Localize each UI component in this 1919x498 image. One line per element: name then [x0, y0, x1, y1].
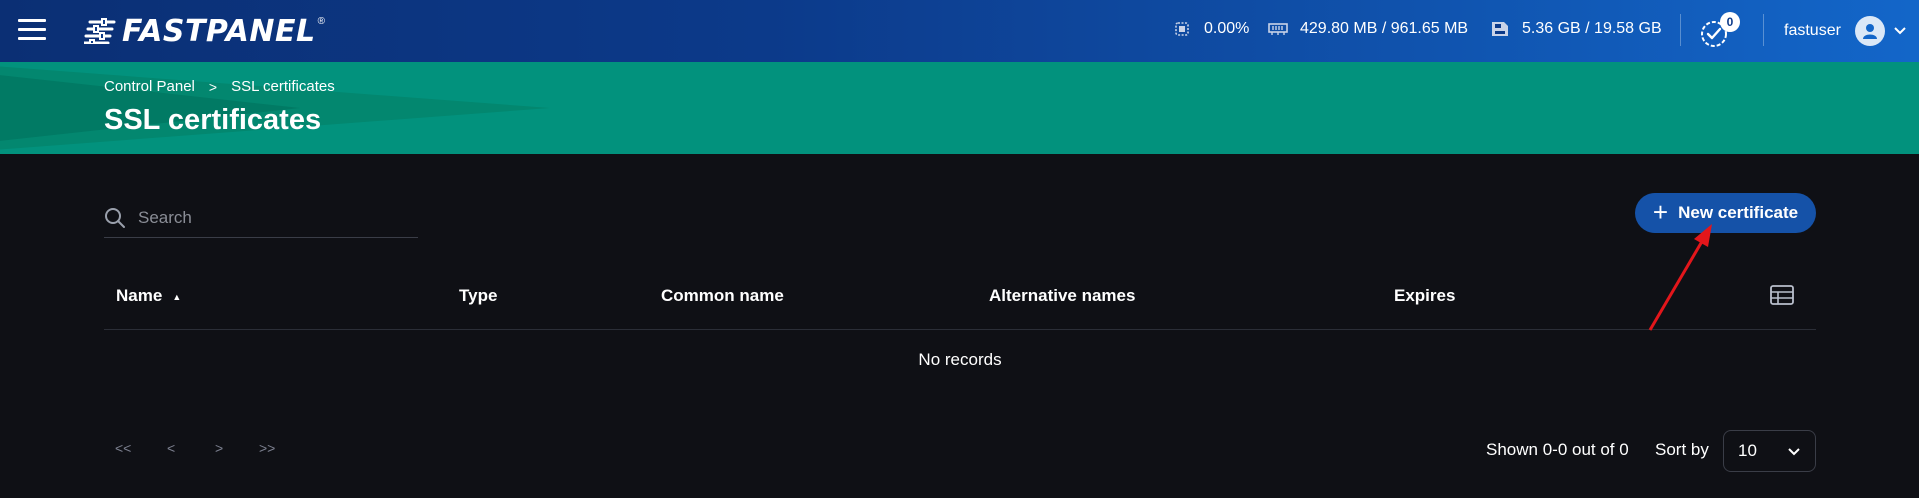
search-field: [104, 198, 418, 238]
tasks-count-badge: 0: [1720, 12, 1740, 32]
column-header-name[interactable]: Name ▲: [116, 276, 181, 316]
user-avatar-icon: [1854, 16, 1885, 46]
page-header: Control Panel > SSL certificates SSL cer…: [0, 62, 1919, 154]
table-columns-settings-icon[interactable]: [1770, 284, 1794, 306]
breadcrumb-current: SSL certificates: [231, 78, 335, 95]
column-header-label: Alternative names: [989, 286, 1136, 305]
memory-icon: [1268, 23, 1288, 35]
column-header-expires: Expires: [1394, 276, 1455, 316]
chevron-down-icon: [1894, 27, 1906, 35]
new-certificate-label: New certificate: [1678, 203, 1799, 222]
column-header-type: Type: [459, 276, 497, 316]
breadcrumb-separator: >: [208, 78, 218, 95]
page-size-value: 10: [1738, 441, 1757, 460]
new-certificate-button[interactable]: + New certificate: [1635, 193, 1816, 233]
search-input[interactable]: [138, 207, 398, 228]
breadcrumb: Control Panel > SSL certificates: [104, 78, 335, 95]
disk-usage: 5.36 GB / 19.58 GB: [1490, 18, 1662, 40]
cpu-usage: 0.00%: [1172, 18, 1249, 40]
disk-usage-value: 5.36 GB / 19.58 GB: [1522, 20, 1662, 37]
logo-sliders-icon: [84, 18, 116, 44]
user-menu[interactable]: fastuser: [1784, 13, 1907, 49]
cpu-usage-value: 0.00%: [1204, 20, 1250, 37]
pagination-next[interactable]: >: [215, 440, 223, 456]
sort-ascending-icon[interactable]: ▲: [172, 292, 181, 302]
menu-icon[interactable]: [18, 16, 46, 44]
pagination-prev[interactable]: <: [167, 440, 175, 456]
plus-icon: +: [1652, 197, 1669, 227]
ram-usage-value: 429.80 MB / 961.65 MB: [1300, 20, 1469, 37]
column-header-label: Name: [116, 286, 163, 305]
logo-text: FASTPANEL: [122, 13, 316, 49]
column-header-common-name: Common name: [661, 276, 784, 316]
column-header-alternative-names: Alternative names: [989, 276, 1135, 316]
divider: [1680, 14, 1681, 46]
disk-icon: [1492, 22, 1508, 36]
chevron-down-icon: [1788, 448, 1800, 456]
table-header: Name ▲ Type Common name Alternative name…: [104, 276, 1816, 330]
pagination-first[interactable]: <<: [115, 440, 131, 456]
top-bar: FASTPANEL ® 0.00% 429.80 MB / 961.65 MB …: [0, 0, 1919, 62]
shown-count: Shown 0-0 out of 0: [1486, 440, 1629, 459]
sort-by-label: Sort by: [1655, 440, 1709, 459]
column-header-label: Expires: [1394, 286, 1456, 305]
tasks-button[interactable]: 0: [1700, 12, 1740, 50]
breadcrumb-control-panel[interactable]: Control Panel: [104, 78, 195, 95]
page-size-select[interactable]: 10: [1723, 430, 1816, 472]
fastpanel-logo[interactable]: FASTPANEL ®: [84, 13, 325, 49]
column-header-label: Common name: [661, 286, 784, 305]
column-header-label: Type: [459, 286, 498, 305]
page-title: SSL certificates: [104, 104, 322, 136]
logo-registered-mark: ®: [317, 16, 325, 27]
user-name: fastuser: [1784, 22, 1841, 39]
empty-table-message: No records: [918, 350, 1002, 369]
cpu-icon: [1175, 22, 1189, 36]
divider: [1763, 14, 1764, 46]
pagination-last[interactable]: >>: [259, 440, 275, 456]
search-icon: [105, 207, 125, 228]
ram-usage: 429.80 MB / 961.65 MB: [1268, 18, 1468, 40]
